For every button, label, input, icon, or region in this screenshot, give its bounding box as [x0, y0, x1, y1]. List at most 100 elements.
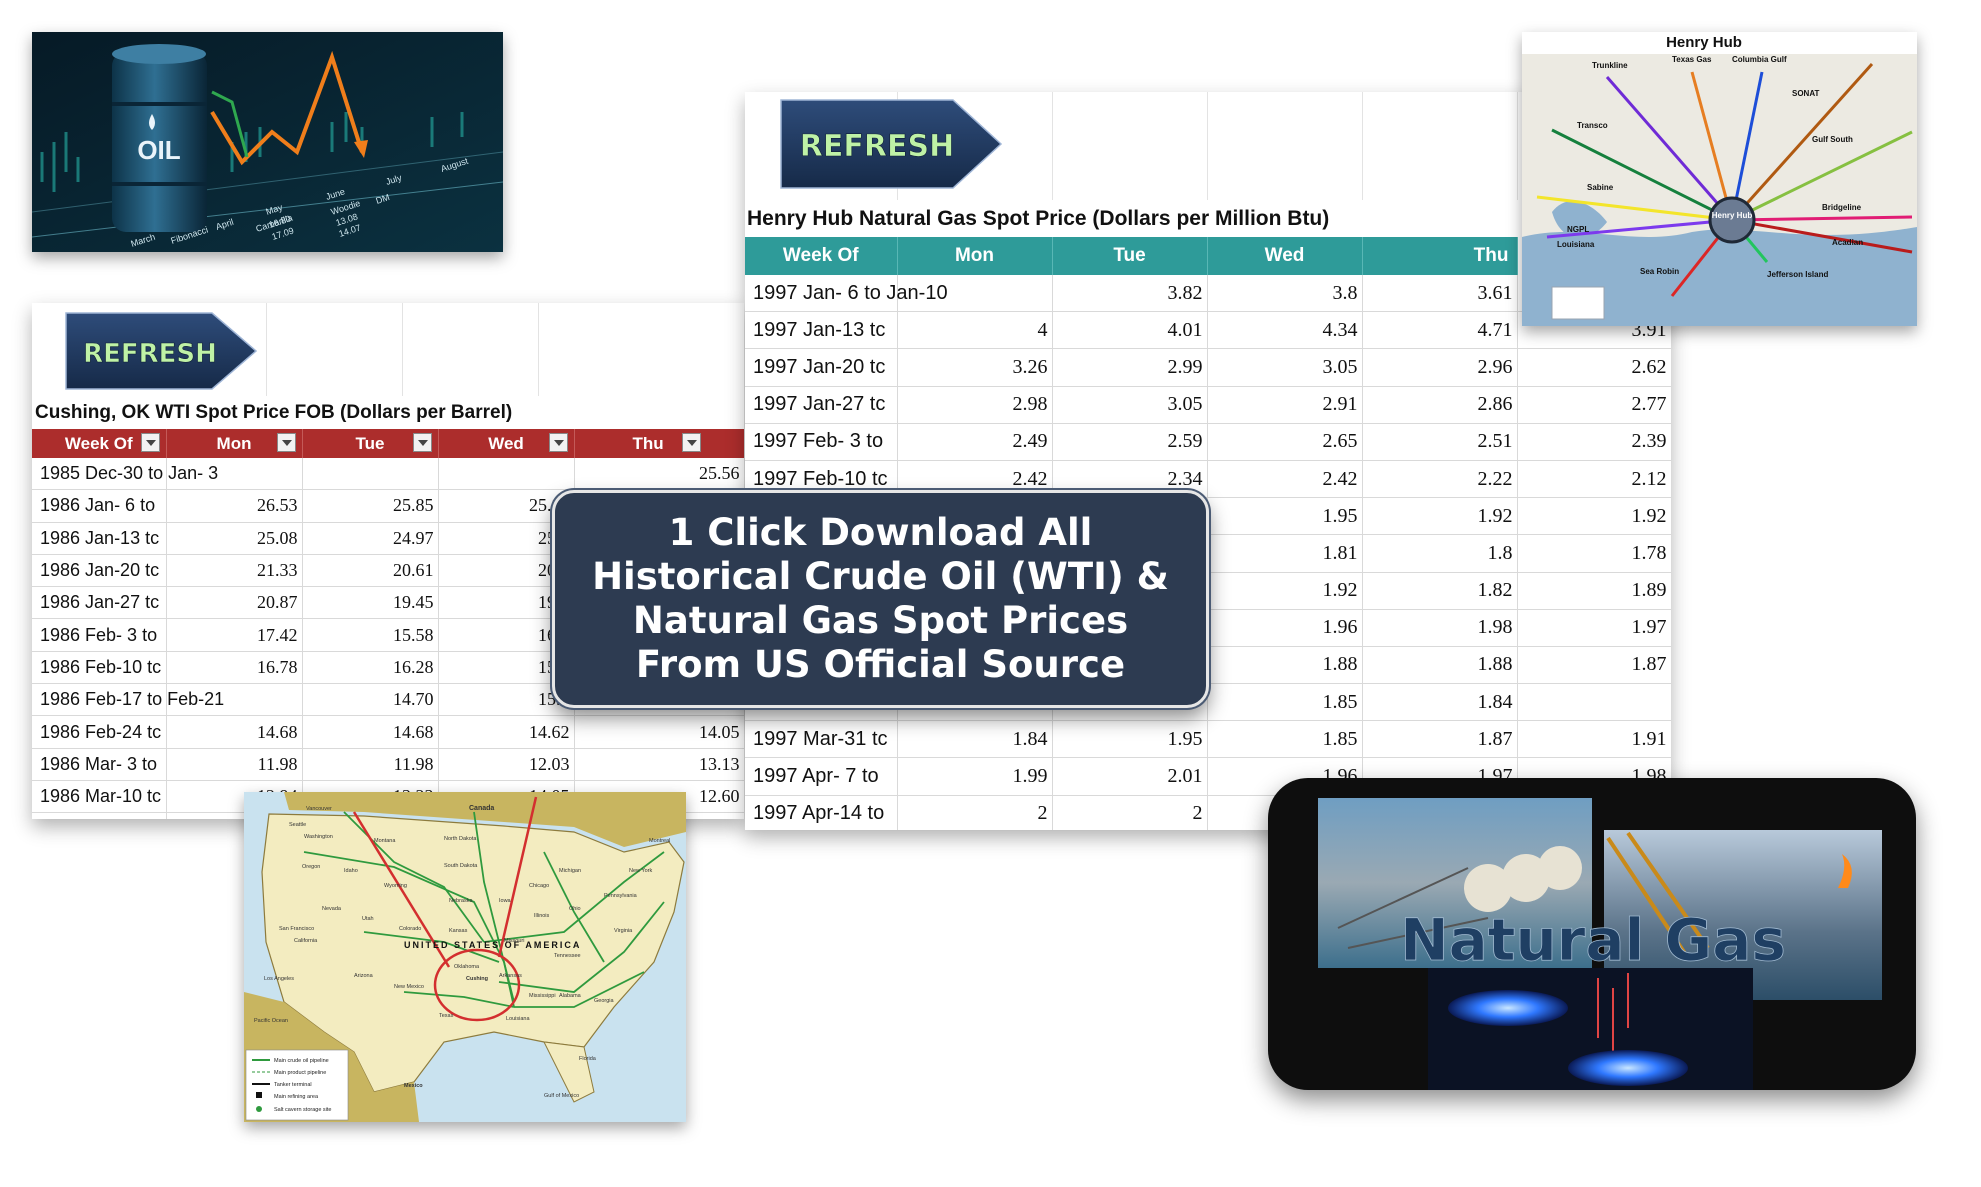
hh-column-header[interactable]: Mon [897, 237, 1053, 275]
price-cell[interactable]: 3.8 [1207, 275, 1363, 313]
week-of-cell[interactable] [745, 683, 898, 722]
price-cell[interactable]: 25.85 [302, 489, 439, 523]
week-of-cell[interactable]: 1997 Mar-31 tc [745, 720, 898, 759]
week-of-cell[interactable]: 1986 Jan-13 tc [32, 522, 167, 555]
price-cell[interactable]: 2.12 [1517, 460, 1671, 499]
price-cell[interactable]: 13.13 [574, 748, 744, 781]
week-of-cell[interactable]: 1986 Feb-17 to Feb-21 [32, 683, 224, 717]
price-cell[interactable]: 2.98 [897, 386, 1053, 424]
price-cell[interactable]: 1.99 [897, 757, 1053, 796]
week-of-cell[interactable] [745, 572, 898, 610]
price-cell[interactable]: 11.98 [302, 748, 439, 781]
price-cell[interactable]: 2.99 [1052, 348, 1208, 387]
week-of-cell[interactable]: 1986 Feb-24 tc [32, 715, 167, 749]
price-cell[interactable]: 25.08 [166, 522, 303, 555]
price-cell[interactable]: 1.88 [1362, 646, 1518, 685]
price-cell[interactable]: 1.85 [1207, 720, 1363, 759]
price-cell[interactable]: 14.62 [438, 715, 575, 749]
price-cell[interactable]: 4.71 [1362, 311, 1518, 350]
price-cell[interactable]: 3.61 [1362, 275, 1518, 313]
price-cell[interactable]: 1.89 [1517, 572, 1671, 610]
price-cell[interactable]: 2.22 [1362, 460, 1518, 499]
price-cell[interactable]: 2.01 [1052, 757, 1208, 796]
price-cell[interactable]: 19.45 [302, 586, 439, 620]
week-of-cell[interactable] [745, 646, 898, 685]
price-cell[interactable]: 24.97 [302, 522, 439, 555]
price-cell[interactable]: 1.81 [1207, 534, 1363, 573]
price-cell[interactable]: 3.05 [1052, 386, 1208, 424]
week-of-cell[interactable]: 1997 Jan-27 tc [745, 386, 898, 424]
price-cell[interactable]: 4.34 [1207, 311, 1363, 350]
price-cell[interactable]: 1.87 [1517, 646, 1671, 685]
week-of-cell[interactable] [745, 534, 898, 573]
price-cell[interactable] [1517, 683, 1671, 722]
price-cell[interactable]: 1.78 [1517, 534, 1671, 573]
filter-dropdown-icon[interactable] [412, 433, 432, 452]
price-cell[interactable]: 1.95 [1207, 497, 1363, 536]
week-of-cell[interactable] [745, 497, 898, 536]
price-cell[interactable]: 14.05 [574, 715, 744, 749]
wti-column-header[interactable]: Week Of [32, 429, 167, 458]
price-cell[interactable]: 21.33 [166, 554, 303, 588]
price-cell[interactable]: 16.28 [302, 651, 439, 685]
price-cell[interactable]: 1.84 [897, 720, 1053, 759]
week-of-cell[interactable]: 1997 Jan- 6 to Jan-10 [745, 275, 948, 313]
price-cell[interactable] [302, 458, 439, 491]
price-cell[interactable]: 1.92 [1362, 497, 1518, 536]
week-of-cell[interactable]: 1985 Dec-30 to Jan- 3 [32, 458, 218, 491]
price-cell[interactable]: 2.51 [1362, 423, 1518, 461]
week-of-cell[interactable]: 1986 Feb- 3 to [32, 618, 167, 652]
filter-dropdown-icon[interactable] [276, 433, 296, 452]
price-cell[interactable]: 25.56 [574, 458, 744, 491]
hh-column-header[interactable]: Tue [1052, 237, 1208, 275]
price-cell[interactable]: 1.91 [1517, 720, 1671, 759]
hh-column-header[interactable]: Wed [1207, 237, 1363, 275]
price-cell[interactable]: 17.42 [166, 618, 303, 652]
price-cell[interactable]: 1.85 [1207, 683, 1363, 722]
price-cell[interactable]: 15.58 [302, 618, 439, 652]
filter-dropdown-icon[interactable] [681, 433, 701, 452]
price-cell[interactable]: 1.96 [1207, 609, 1363, 647]
filter-dropdown-icon[interactable] [140, 433, 160, 452]
price-cell[interactable]: 2.91 [1207, 386, 1363, 424]
price-cell[interactable]: 2.59 [1052, 423, 1208, 461]
week-of-cell[interactable]: 1997 Apr-14 to [745, 795, 898, 830]
price-cell[interactable]: 14.68 [302, 715, 439, 749]
week-of-cell[interactable]: 1986 Jan-27 tc [32, 586, 167, 620]
price-cell[interactable] [438, 458, 575, 491]
price-cell[interactable]: 1.88 [1207, 646, 1363, 685]
price-cell[interactable]: 4 [897, 311, 1053, 350]
price-cell[interactable]: 1.97 [1517, 609, 1671, 647]
week-of-cell[interactable]: 1986 Jan-20 tc [32, 554, 167, 588]
price-cell[interactable]: 14.70 [302, 683, 439, 717]
price-cell[interactable]: 12.03 [438, 748, 575, 781]
price-cell[interactable]: 3.82 [1052, 275, 1208, 313]
price-cell[interactable]: 16.78 [166, 651, 303, 685]
price-cell[interactable]: 1.98 [1362, 609, 1518, 647]
filter-dropdown-icon[interactable] [548, 433, 568, 452]
price-cell[interactable]: 3.26 [897, 348, 1053, 387]
price-cell[interactable]: 14.68 [166, 715, 303, 749]
price-cell[interactable]: 11.98 [166, 748, 303, 781]
wti-column-header[interactable]: Mon [166, 429, 303, 458]
price-cell[interactable]: 26.53 [166, 489, 303, 523]
price-cell[interactable]: 1.87 [1362, 720, 1518, 759]
hh-refresh-button[interactable]: REFRESH [777, 96, 1007, 192]
week-of-cell[interactable]: 1997 Apr- 7 to [745, 757, 898, 796]
price-cell[interactable]: 2.86 [1362, 386, 1518, 424]
week-of-cell[interactable]: 1997 Feb- 3 to [745, 423, 898, 461]
hh-column-header[interactable]: Thu [1362, 237, 1518, 275]
week-of-cell[interactable]: 1986 Feb-10 tc [32, 651, 167, 685]
price-cell[interactable]: 20.61 [302, 554, 439, 588]
hh-column-header[interactable]: Week Of [745, 237, 898, 275]
price-cell[interactable]: 2.39 [1517, 423, 1671, 461]
wti-column-header[interactable]: Thu [574, 429, 744, 458]
price-cell[interactable]: 2.96 [1362, 348, 1518, 387]
price-cell[interactable]: 2.77 [1517, 386, 1671, 424]
wti-column-header[interactable]: Wed [438, 429, 575, 458]
week-of-cell[interactable]: 1997 Jan-13 tc [745, 311, 898, 350]
price-cell[interactable]: 2.65 [1207, 423, 1363, 461]
price-cell[interactable]: 4.01 [1052, 311, 1208, 350]
price-cell[interactable]: 3.05 [1207, 348, 1363, 387]
price-cell[interactable]: 2.49 [897, 423, 1053, 461]
